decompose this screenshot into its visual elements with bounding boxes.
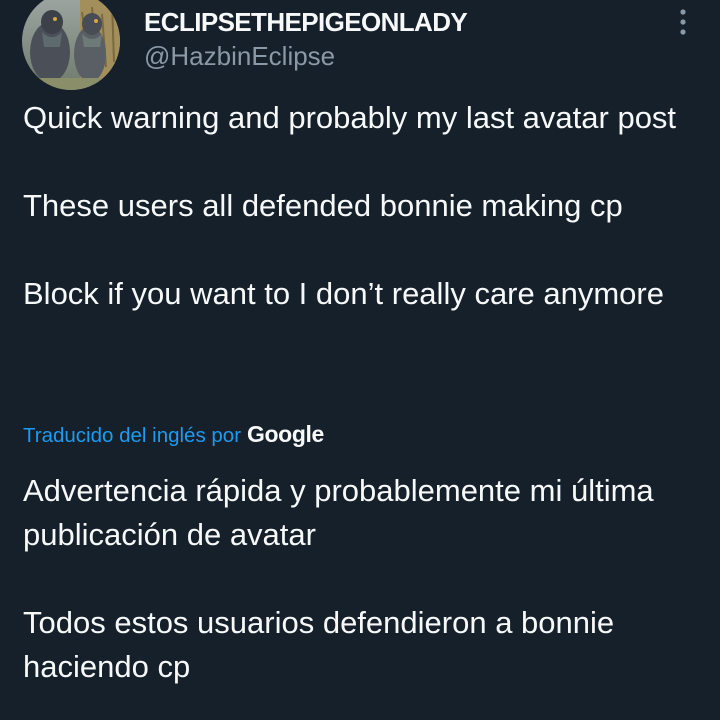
avatar[interactable] <box>22 0 120 90</box>
translated-by-label: Traducido del inglés por <box>23 424 242 447</box>
tweet-paragraph: Quick warning and probably my last avata… <box>23 100 677 135</box>
google-logo: Google <box>247 421 324 447</box>
tweet-paragraph: These users all defended bonnie making c… <box>23 188 623 223</box>
tweet-text: Quick warning and probably my last avata… <box>23 96 703 360</box>
translation-text: Advertencia rápida y probablemente mi úl… <box>23 469 703 720</box>
more-options-button[interactable] <box>668 6 698 38</box>
display-name[interactable]: ECLIPSETHEPIGEONLADY <box>144 7 468 38</box>
translation-paragraph: Todos estos usuarios defendieron a bonni… <box>23 605 615 684</box>
translated-by-link[interactable]: Traducido del inglés por Google <box>23 421 324 451</box>
tweet-header: ECLIPSETHEPIGEONLADY @HazbinEclipse <box>0 0 720 100</box>
pigeon-avatar-icon <box>22 0 120 90</box>
handle[interactable]: @HazbinEclipse <box>144 41 335 72</box>
translation-paragraph: Advertencia rápida y probablemente mi úl… <box>23 473 654 552</box>
tweet-paragraph: Block if you want to I don’t really care… <box>23 276 664 311</box>
more-vertical-icon <box>680 9 686 35</box>
